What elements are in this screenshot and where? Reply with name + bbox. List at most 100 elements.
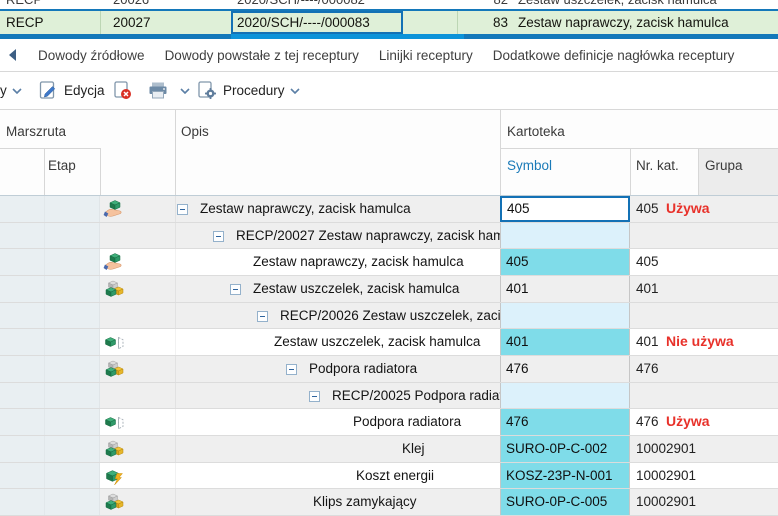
symbol-cell[interactable]: 476 [500,409,630,435]
split-cube-icon [103,411,125,433]
tab-bar: Dowody źródłowe Dowody powstałe z tej re… [0,39,778,72]
procedures-button[interactable]: Procedury [196,72,300,109]
energy-cube-icon [103,465,125,487]
table-header: Marszruta Etap Opis Kartoteka Symbol Nr.… [0,110,778,196]
nr-kat-cell: 401 [636,280,659,296]
header-group-underline [500,148,778,149]
marszruta-etap-cells [0,462,100,489]
marszruta-etap-cells [0,196,100,222]
opis-cell: Klips zamykający [313,494,417,510]
symbol-cell[interactable] [500,382,630,409]
collapse-toggle-icon[interactable] [286,363,297,375]
marszruta-etap-cells [0,409,100,435]
nr-kat-cell: 476 [636,414,659,430]
nr-kat-cell: 476 [636,360,659,376]
symbol-cell-selected[interactable]: 405 [500,196,630,222]
nr-kat-cell: 10002901 [636,440,697,456]
tab-dowody-powstale[interactable]: Dowody powstałe z tej receptury [165,48,359,63]
cubes-icon [103,438,125,460]
symbol-cell[interactable]: 476 [500,355,630,382]
tab-linijki-receptury[interactable]: Linijki receptury [379,48,473,63]
symbol-cell[interactable]: SURO-0P-C-002 [500,435,630,462]
table-row[interactable]: Podpora radiatora 476 476 Używa [0,409,778,436]
marszruta-etap-cells [0,329,100,355]
column-header-grupa[interactable]: Grupa [705,158,743,173]
column-header-marszruta[interactable]: Marszruta [6,124,66,139]
opis-cell: Klej [402,440,425,456]
column-header-kartoteka[interactable]: Kartoteka [507,124,565,139]
focused-cell[interactable]: 2020/SCH/----/000083 [231,11,403,34]
column-header-symbol[interactable]: Symbol [507,158,552,173]
usage-annotation: Używa [666,200,710,216]
chevron-down-icon [12,87,22,94]
cubes-icon [103,358,125,380]
cell-divider [457,11,458,34]
table-row[interactable]: Zestaw naprawczy, zacisk hamulca 405 405 [0,249,778,276]
symbol-cell[interactable]: KOSZ-23P-N-001 [500,462,630,489]
table-row[interactable]: Zestaw uszczelek, zacisk hamulca 401 401 [0,275,778,303]
collapse-toggle-icon[interactable] [177,204,188,215]
symbol-cell[interactable]: 401 [500,275,630,302]
marszruta-etap-cells [0,489,100,515]
symbol-cell[interactable]: SURO-0P-C-005 [500,489,630,515]
cubes-icon [103,491,125,513]
marszruta-etap-cells [0,275,100,302]
column-divider [175,110,176,195]
opis-cell: Zestaw uszczelek, zacisk hamulca [253,280,460,296]
collapse-toggle-icon[interactable] [213,230,224,242]
symbol-cell[interactable] [500,222,630,249]
nr-kat-cell: 10002901 [636,467,697,483]
symbol-cell[interactable]: 401 [500,329,630,355]
table-row[interactable]: Koszt energii KOSZ-23P-N-001 10002901 [0,462,778,490]
toolbar-clipped-button[interactable]: y [0,72,22,109]
nr-kat-cell: 10002901 [636,494,697,510]
doc-ident: 82 [460,0,508,7]
table-row[interactable]: Zestaw uszczelek, zacisk hamulca 401 401 Ni… [0,329,778,356]
table-row[interactable]: Klej SURO-0P-C-002 10002901 [0,435,778,463]
table-row[interactable]: RECP/20027 Zestaw naprawczy, zacisk hamu… [0,222,778,250]
split-cube-icon [103,331,125,353]
collapse-toggle-icon[interactable] [230,283,241,295]
product-hand-icon [103,198,125,220]
print-button[interactable] [147,72,190,109]
table-row[interactable]: Podpora radiatora 476 476 [0,355,778,383]
opis-cell: Zestaw uszczelek, zacisk hamulca [274,334,481,350]
symbol-cell[interactable]: 405 [500,249,630,275]
table-row[interactable]: RECP/20026 Zestaw uszczelek, zacisk hamu… [0,302,778,330]
doc-type: RECP [6,0,42,7]
column-header-etap[interactable]: Etap [48,158,76,173]
document-row-clipped[interactable]: RECP 20026 2020/SCH/----/000082 82 Zesta… [0,0,778,9]
chevron-down-icon [180,87,190,94]
table-row[interactable]: Zestaw naprawczy, zacisk hamulca 405 405 Uż… [0,196,778,223]
nr-kat-cell: 405 [636,201,659,216]
tab-dodatkowe-definicje[interactable]: Dodatkowe definicje nagłówka receptury [493,48,735,63]
table-row[interactable]: RECP/20025 Podpora radiatora [0,382,778,410]
marszruta-etap-cells [0,302,100,329]
collapse-toggle-icon[interactable] [309,390,320,402]
column-divider [100,148,101,195]
doc-number: 20026 [113,0,149,7]
edit-button-label: Edycja [64,83,105,98]
app-window: RECP 20026 2020/SCH/----/000082 82 Zesta… [0,0,778,516]
back-arrow-icon[interactable] [7,48,18,62]
doc-id: 2020/SCH/----/000083 [237,15,370,30]
opis-cell: Podpora radiatora [353,414,462,430]
symbol-cell[interactable] [500,302,630,329]
tab-dowody-zrodlowe[interactable]: Dowody źródłowe [38,48,145,63]
opis-cell: Koszt energii [356,467,435,483]
column-header-nr-kat[interactable]: Nr. kat. [636,158,679,173]
opis-cell: RECP/20026 Zestaw uszczelek, zacisk hamu… [280,307,500,323]
column-header-opis[interactable]: Opis [181,124,209,139]
delete-button[interactable] [112,72,133,109]
table-row[interactable]: Klips zamykający SURO-0P-C-005 10002901 [0,489,778,516]
doc-name: Zestaw naprawczy, zacisk hamulca [518,15,729,30]
document-row-active[interactable]: RECP 20027 2020/SCH/----/000083 83 Zesta… [0,9,778,34]
column-divider [630,148,631,195]
marszruta-etap-cells [0,382,100,409]
cubes-icon [103,278,125,300]
marszruta-etap-cells [0,249,100,275]
edit-pencil-icon [39,81,56,99]
collapse-toggle-icon[interactable] [257,310,268,322]
edit-button[interactable]: Edycja [38,72,105,109]
nr-kat-cell: 405 [636,254,659,270]
